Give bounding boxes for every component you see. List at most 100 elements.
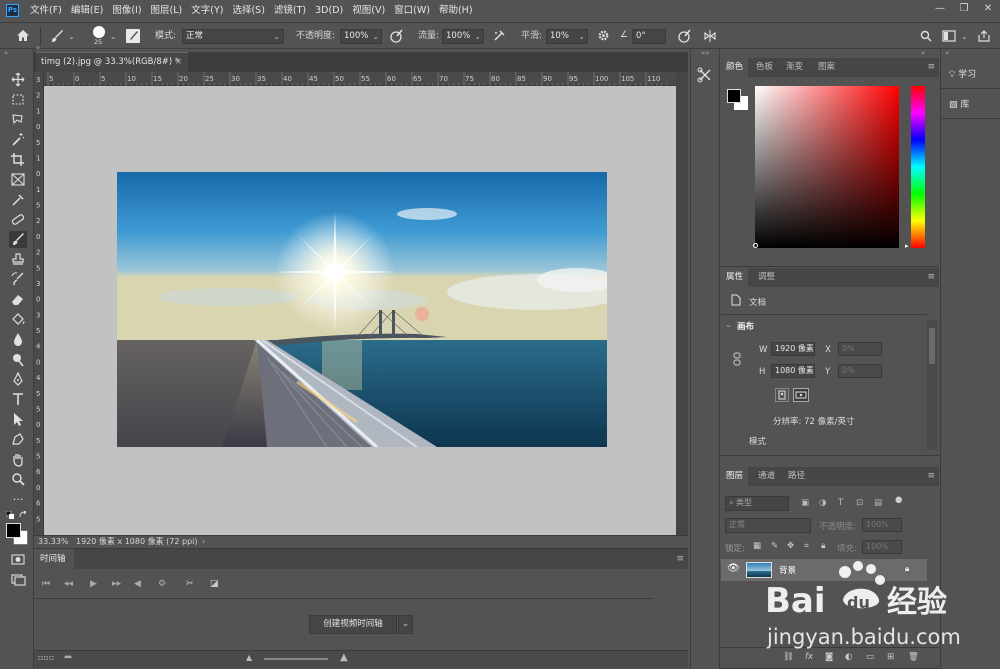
screen-mode-icon[interactable] [9, 571, 27, 588]
landscape-orientation-icon[interactable] [793, 388, 809, 402]
hand-tool-icon[interactable] [9, 451, 27, 468]
collapse-icon[interactable]: «» [701, 49, 710, 57]
clone-stamp-tool-icon[interactable] [9, 251, 27, 268]
chevron-down-icon[interactable]: ⌄ [961, 32, 968, 41]
eye-icon[interactable]: 👁︎ [727, 563, 740, 574]
mode-select[interactable]: 正常 ⌄ [182, 29, 284, 44]
transition-icon[interactable]: ◪ [210, 579, 219, 589]
tab-patterns[interactable]: 图案 [813, 58, 840, 77]
frame-tool-icon[interactable] [9, 171, 27, 188]
fill-input[interactable]: 100% [862, 540, 902, 554]
blur-tool-icon[interactable] [9, 331, 27, 348]
vertical-scrollbar[interactable] [676, 72, 688, 535]
panel-menu-icon[interactable]: ≡ [927, 471, 935, 481]
next-frame-icon[interactable]: ▸▸ [112, 579, 121, 589]
swap-colors-icon[interactable] [19, 511, 28, 520]
learn-button[interactable]: 💡︎ 学习 [941, 61, 1000, 89]
delete-layer-icon[interactable]: 🗑︎ [908, 652, 919, 662]
close-tab-icon[interactable]: × [175, 53, 182, 71]
width-input[interactable]: 1920 像素 [771, 342, 815, 356]
layer-row[interactable]: 👁︎ 背景 🔒︎ [721, 559, 927, 581]
menu-file[interactable]: 文件(F) [30, 0, 62, 22]
menu-edit[interactable]: 编辑(E) [71, 0, 103, 22]
collapse-icon[interactable]: » [921, 49, 925, 57]
crop-tool-icon[interactable] [9, 151, 27, 168]
eraser-tool-icon[interactable] [9, 291, 27, 308]
airbrush-icon[interactable] [492, 29, 506, 43]
symmetry-icon[interactable] [703, 29, 717, 43]
play-icon[interactable]: ▶ [90, 579, 97, 589]
panel-menu-icon[interactable]: ≡ [676, 554, 684, 564]
type-tool-icon[interactable] [9, 391, 27, 408]
pressure-opacity-icon[interactable] [390, 29, 404, 43]
lock-all-icon[interactable]: 🔒︎ [821, 541, 826, 551]
height-input[interactable]: 1080 像素 [771, 364, 815, 378]
color-picker-handle[interactable] [753, 243, 758, 248]
tab-color[interactable]: 颜色 [721, 58, 749, 77]
filter-shape-icon[interactable]: ⊡ [856, 498, 863, 508]
panel-menu-icon[interactable]: ≡ [927, 272, 935, 282]
marquee-tool-icon[interactable] [9, 91, 27, 108]
dodge-tool-icon[interactable] [9, 351, 27, 368]
tab-paths[interactable]: 路径 [783, 467, 810, 486]
tab-properties[interactable]: 属性 [721, 268, 749, 287]
zoom-level[interactable]: 33.33% [38, 536, 69, 548]
collapse-icon[interactable]: « [945, 49, 949, 57]
chevron-down-icon[interactable]: ⌄ [110, 32, 117, 41]
filter-adjustment-icon[interactable]: ◑ [819, 498, 826, 508]
menu-view[interactable]: 视图(V) [352, 0, 385, 22]
tab-gradients[interactable]: 渐变 [781, 58, 808, 77]
library-button[interactable]: ▧ 库 [941, 91, 1000, 119]
brush-tool-icon[interactable] [9, 231, 27, 248]
layer-opacity-input[interactable]: 100% [862, 518, 902, 532]
timeline-tab[interactable]: 时间轴 [34, 549, 74, 569]
tab-swatches[interactable]: 色板 [751, 58, 778, 77]
timeline-zoom-slider[interactable] [264, 658, 328, 660]
search-icon[interactable] [920, 30, 932, 42]
share-icon[interactable] [978, 30, 990, 42]
filter-pixel-icon[interactable]: ▣ [801, 498, 809, 508]
menu-window[interactable]: 窗口(W) [394, 0, 430, 22]
zoom-in-icon[interactable]: ▲ [340, 652, 348, 663]
lock-transparent-icon[interactable]: ▦ [753, 541, 761, 551]
portrait-orientation-icon[interactable] [775, 388, 789, 402]
layer-filter-select[interactable]: ⌕ 类型 [725, 496, 789, 511]
angle-input[interactable]: 0° [632, 29, 666, 44]
add-mask-icon[interactable]: ◙ [825, 652, 833, 662]
new-layer-icon[interactable]: ⊞ [887, 652, 894, 662]
path-selection-tool-icon[interactable] [9, 411, 27, 428]
menu-layer[interactable]: 图层(L) [151, 0, 183, 22]
link-layers-icon[interactable]: ⛓︎ [783, 652, 794, 662]
menu-image[interactable]: 图像(I) [112, 0, 141, 22]
properties-scrollbar[interactable] [927, 320, 937, 450]
previous-frame-icon[interactable]: ◂◂ [64, 579, 73, 589]
lock-position-icon[interactable]: ✥ [787, 541, 794, 551]
filter-type-icon[interactable]: T [838, 498, 843, 508]
pen-tool-icon[interactable] [9, 371, 27, 388]
close-button[interactable]: ✕ [976, 0, 1000, 18]
more-tools-icon[interactable]: ··· [9, 491, 27, 508]
zoom-tool-icon[interactable] [9, 471, 27, 488]
pressure-size-icon[interactable] [678, 29, 692, 43]
hue-slider[interactable] [911, 86, 925, 248]
tab-layers[interactable]: 图层 [721, 467, 749, 486]
color-field[interactable] [755, 86, 899, 248]
audio-icon[interactable]: ◀ [134, 579, 141, 589]
paint-bucket-tool-icon[interactable] [9, 311, 27, 328]
quick-mask-icon[interactable] [9, 551, 27, 568]
menu-filter[interactable]: 滤镜(T) [274, 0, 306, 22]
eyedropper-tool-icon[interactable] [9, 191, 27, 208]
lock-pixels-icon[interactable]: ✎ [771, 541, 778, 551]
panel-menu-icon[interactable]: ≡ [927, 62, 935, 72]
lasso-tool-icon[interactable] [9, 111, 27, 128]
collapse-icon[interactable]: » [4, 49, 8, 57]
smoothing-input[interactable]: 10% ⌄ [546, 29, 588, 44]
tools-panel-icon[interactable] [697, 67, 713, 83]
chevron-right-icon[interactable]: › [202, 536, 205, 548]
menu-select[interactable]: 选择(S) [232, 0, 264, 22]
magic-wand-tool-icon[interactable] [9, 131, 27, 148]
document-tab[interactable]: timg (2).jpg @ 33.3%(RGB/8#) * × [36, 52, 188, 72]
menu-help[interactable]: 帮助(H) [439, 0, 473, 22]
settings-icon[interactable]: ⚙ [158, 579, 166, 589]
flow-input[interactable]: 100% ⌄ [442, 29, 484, 44]
